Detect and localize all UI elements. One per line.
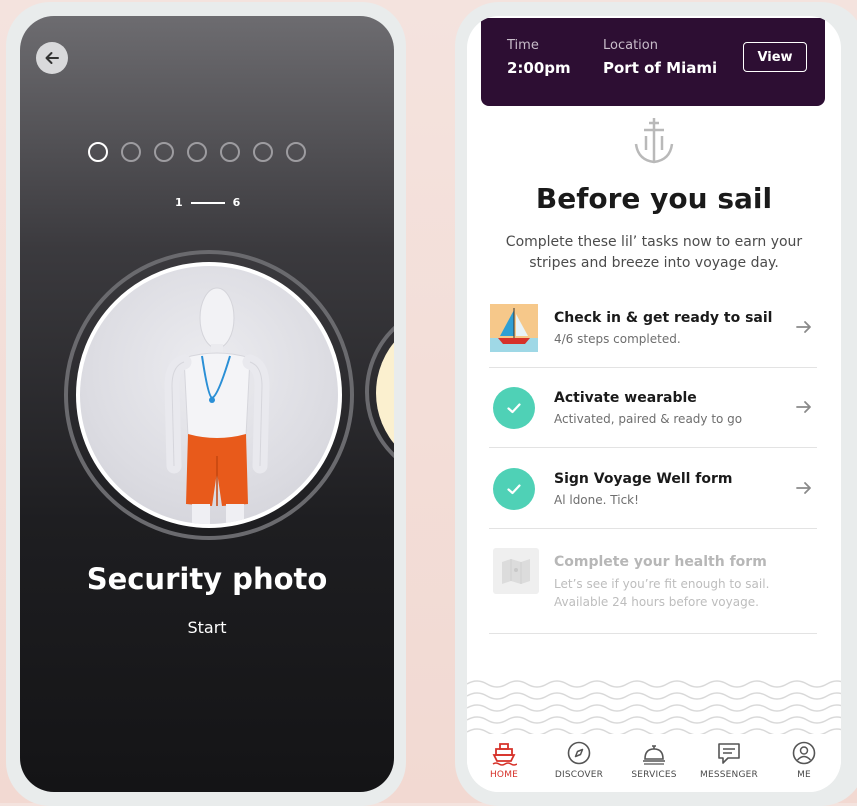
step-divider <box>190 201 225 204</box>
map-icon <box>493 548 539 594</box>
divider <box>489 447 817 448</box>
nav-label: MESSENGER <box>699 770 758 780</box>
task-health-form: Complete your health form Let’s see if y… <box>489 530 817 634</box>
phone-frame-left: 1 6 Security photo Start <box>6 2 406 806</box>
subtitle-line: Complete these lil’ tasks now to earn yo… <box>505 234 803 250</box>
nav-label: DISCOVER <box>554 770 604 780</box>
nav-home[interactable]: HOME <box>467 740 541 780</box>
task-subtitle: 4/6 steps completed. <box>554 332 681 346</box>
time-value: 2:00pm <box>507 59 571 77</box>
task-title: Activate wearable <box>554 390 697 406</box>
check-icon <box>493 387 535 429</box>
progress-dot[interactable] <box>187 142 207 162</box>
bottom-nav: HOME DISCOVER SERVICES MESSENGER ME <box>467 734 841 792</box>
progress-dot[interactable] <box>154 142 174 162</box>
progress-dot[interactable] <box>88 142 108 162</box>
card-title: Security photo <box>86 562 328 596</box>
start-button[interactable]: Start <box>20 618 394 637</box>
arrow-right-icon <box>795 479 813 501</box>
progress-dots <box>88 142 306 162</box>
service-bell-icon <box>643 745 665 765</box>
before-you-sail-screen: Time 2:00pm Location Port of Miami View … <box>467 16 841 792</box>
anchor-icon <box>632 116 676 170</box>
page-subtitle: Complete these lil’ tasks now to earn yo… <box>497 232 811 274</box>
task-title: Sign Voyage Well form <box>554 471 733 487</box>
task-subtitle: Let’s see if you’re fit enough to sail. … <box>554 575 769 611</box>
nav-label: HOME <box>489 770 519 780</box>
nav-me[interactable]: ME <box>767 740 841 780</box>
phone-frame-right: Time 2:00pm Location Port of Miami View … <box>455 2 857 806</box>
user-icon <box>792 741 816 765</box>
progress-dot[interactable] <box>253 142 273 162</box>
progress-dot[interactable] <box>220 142 240 162</box>
progress-dot[interactable] <box>286 142 306 162</box>
divider <box>489 633 817 634</box>
task-voyage-well-form[interactable]: Sign Voyage Well form Al ldone. Tick! <box>489 449 817 529</box>
chat-icon <box>718 743 740 764</box>
step-current: 1 <box>175 196 183 209</box>
task-check-in[interactable]: Check in & get ready to sail 4/6 steps c… <box>489 288 817 368</box>
nav-messenger[interactable]: MESSENGER <box>692 740 766 780</box>
time-label: Time <box>507 38 539 53</box>
back-button[interactable] <box>36 42 68 74</box>
security-photo-image[interactable] <box>76 262 342 528</box>
arrow-left-icon <box>45 52 59 64</box>
arrow-right-icon <box>795 398 813 420</box>
task-subtitle: Activated, paired & ready to go <box>554 412 743 426</box>
progress-dot[interactable] <box>121 142 141 162</box>
security-photo-screen: 1 6 Security photo Start <box>20 16 394 792</box>
task-subtitle-line: Available 24 hours before voyage. <box>554 595 759 609</box>
nav-services[interactable]: SERVICES <box>617 740 691 780</box>
step-counter: 1 6 <box>175 196 240 209</box>
task-title: Check in & get ready to sail <box>554 310 773 326</box>
task-title: Complete your health form <box>554 554 767 570</box>
location-value: Port of Miami <box>603 59 718 77</box>
nav-label: ME <box>797 770 811 780</box>
voyage-info-header: Time 2:00pm Location Port of Miami View <box>481 18 825 106</box>
arrow-right-icon <box>795 318 813 340</box>
page-title: Before you sail <box>535 182 773 215</box>
nav-discover[interactable]: DISCOVER <box>542 740 616 780</box>
task-subtitle: Al ldone. Tick! <box>554 493 639 507</box>
ship-icon <box>492 743 517 766</box>
wave-pattern <box>467 680 841 736</box>
sailboat-icon <box>490 304 538 352</box>
subtitle-line: stripes and breeze into voyage day. <box>529 255 779 271</box>
task-subtitle-line: Let’s see if you’re fit enough to sail. <box>554 577 770 591</box>
location-label: Location <box>603 38 658 53</box>
compass-icon <box>567 741 591 765</box>
step-total: 6 <box>232 196 241 209</box>
divider <box>489 528 817 529</box>
mannequin-illustration <box>164 287 270 524</box>
view-button[interactable]: View <box>743 42 807 72</box>
task-activate-wearable[interactable]: Activate wearable Activated, paired & re… <box>489 368 817 448</box>
check-icon <box>493 468 535 510</box>
nav-label: SERVICES <box>631 770 677 780</box>
